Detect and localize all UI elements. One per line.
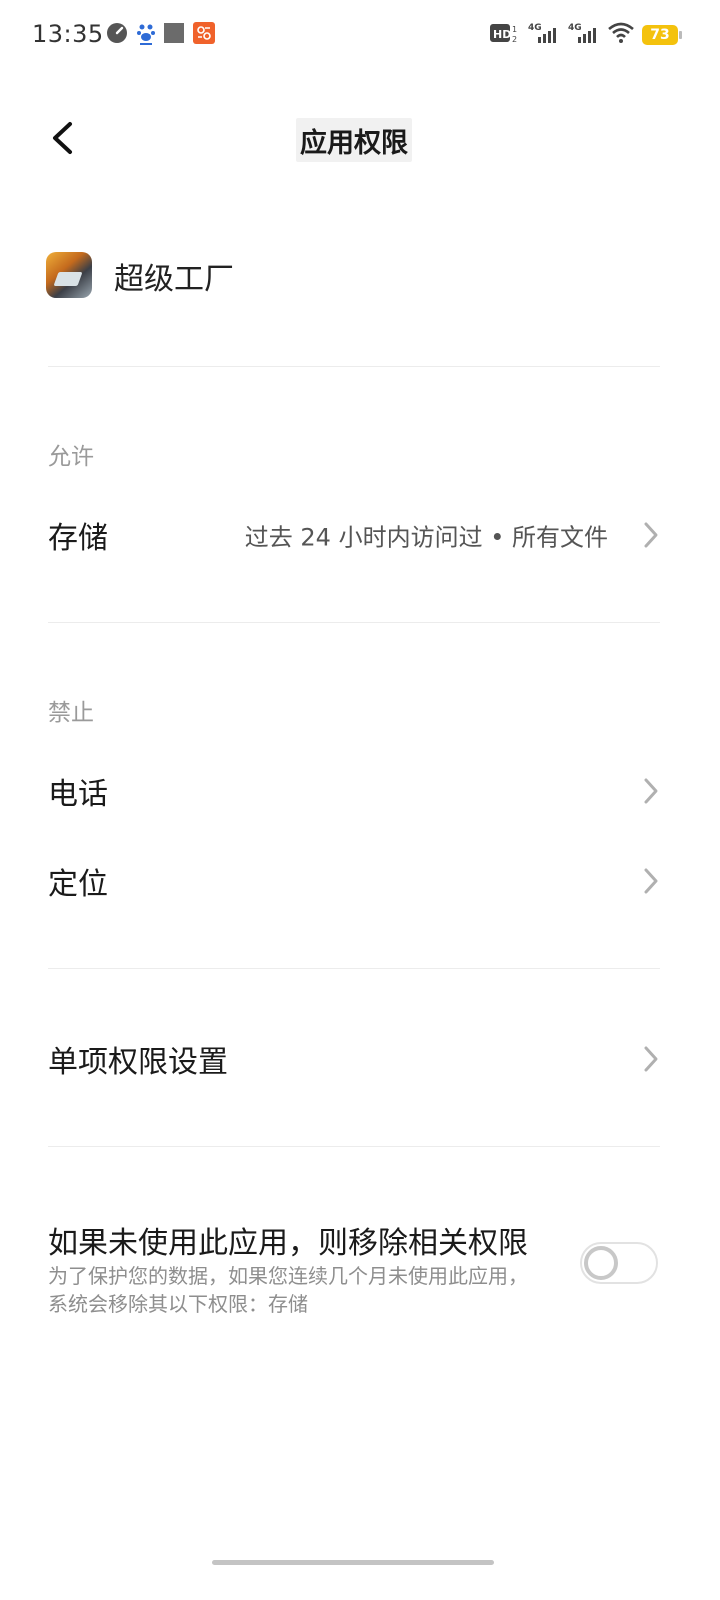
divider (48, 968, 660, 969)
permission-row-storage[interactable]: 存储 过去 24 小时内访问过 • 所有文件 (0, 495, 720, 575)
wifi-icon (608, 22, 634, 48)
status-bar: 13:35 HD 1 2 4G 4G 73 (0, 0, 720, 70)
chevron-right-icon (644, 1046, 658, 1072)
svg-text:1: 1 (512, 25, 517, 34)
permission-title: 电话 (48, 777, 108, 812)
speedometer-icon (106, 22, 128, 48)
divider (48, 622, 660, 623)
chevron-right-icon (644, 522, 658, 548)
section-label-allowed: 允许 (48, 444, 94, 470)
section-label-denied: 禁止 (48, 700, 94, 726)
chevron-right-icon (644, 868, 658, 894)
toggle-knob (584, 1246, 618, 1280)
permission-row-location[interactable]: 定位 (0, 841, 720, 921)
individual-permission-settings-title: 单项权限设置 (48, 1045, 228, 1080)
status-time: 13:35 (32, 20, 104, 48)
battery-icon: 73 (642, 25, 682, 45)
svg-text:4G: 4G (528, 23, 542, 33)
divider (48, 1146, 660, 1147)
divider (48, 366, 660, 367)
app-icon (46, 252, 92, 298)
svg-text:HD: HD (493, 28, 511, 41)
svg-text:2: 2 (512, 35, 517, 44)
home-indicator[interactable] (212, 1560, 494, 1565)
svg-text:4G: 4G (568, 23, 582, 33)
baidu-paw-icon (136, 22, 156, 50)
individual-permission-settings-row[interactable]: 单项权限设置 (0, 1019, 720, 1099)
chevron-right-icon (644, 778, 658, 804)
chevron-left-icon (53, 122, 72, 154)
app-name: 超级工厂 (114, 262, 234, 297)
permission-value: 过去 24 小时内访问过 • 所有文件 (244, 523, 608, 552)
gray-square-icon (164, 22, 184, 48)
app-notification-icon (193, 22, 215, 48)
auto-revoke-title: 如果未使用此应用，则移除相关权限 (48, 1226, 528, 1261)
auto-revoke-description: 为了保护您的数据，如果您连续几个月未使用此应用，系统会移除其以下权限：存储 (48, 1264, 528, 1316)
page-title: 应用权限 (296, 118, 412, 162)
permission-title: 定位 (48, 867, 108, 902)
back-button[interactable] (40, 112, 84, 164)
status-right-cluster: HD 1 2 4G 4G 73 (490, 21, 682, 49)
permission-row-phone[interactable]: 电话 (0, 751, 720, 831)
hd-icon: HD 1 2 (490, 22, 520, 48)
signal-icon: 4G (568, 21, 600, 49)
permission-title: 存储 (48, 521, 108, 556)
auto-revoke-toggle[interactable] (580, 1242, 658, 1284)
signal-icon: 4G (528, 21, 560, 49)
